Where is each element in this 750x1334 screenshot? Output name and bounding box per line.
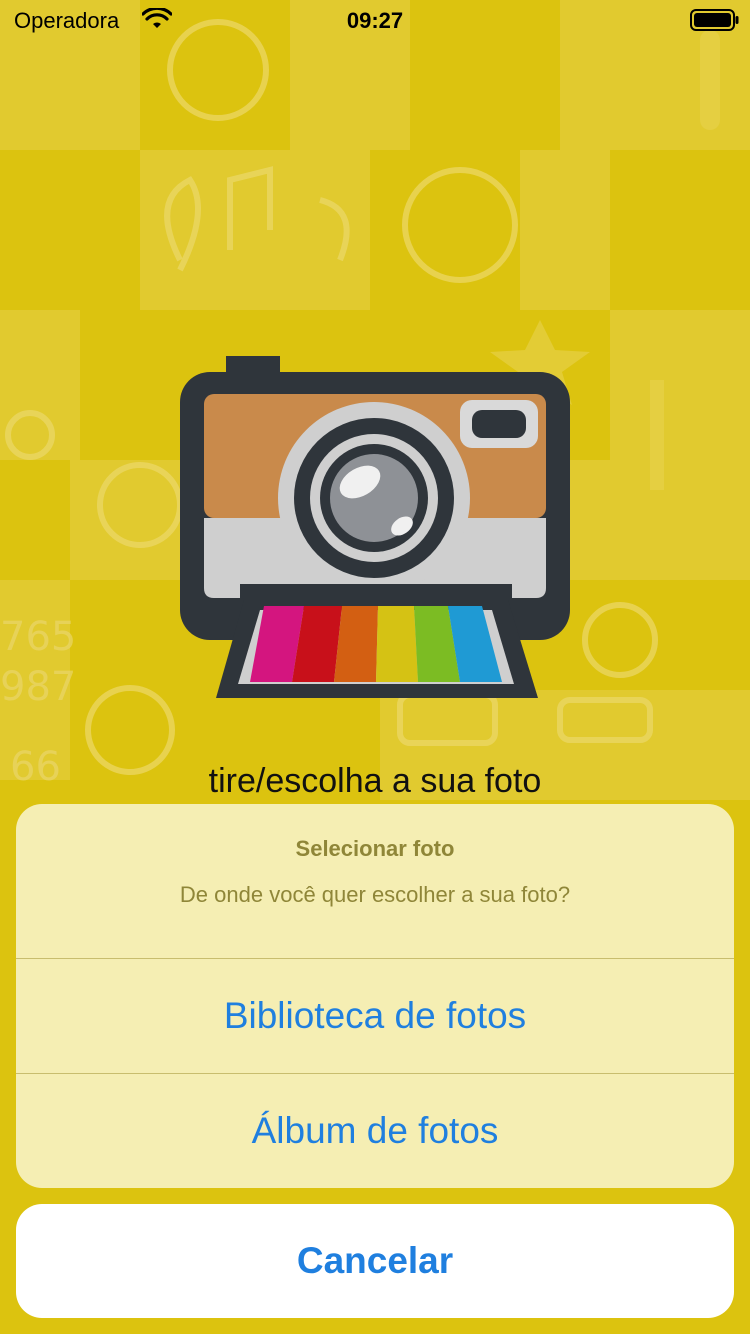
subtitle: tire/escolha a sua foto [208, 762, 542, 800]
svg-text:987: 987 [0, 664, 76, 710]
photo-library-button[interactable]: Biblioteca de fotos [16, 959, 734, 1074]
action-sheet-message: De onde você quer escolher a sua foto? [179, 882, 571, 907]
camera-illustration [180, 356, 570, 698]
photo-album-button[interactable]: Álbum de fotos [16, 1074, 734, 1188]
status-bar: Operadora 09:27 [0, 0, 750, 40]
action-sheet: Selecionar foto De onde você quer escolh… [16, 804, 734, 1188]
cancel-button[interactable]: Cancelar [16, 1204, 734, 1318]
action-sheet-header: Selecionar foto De onde você quer escolh… [16, 804, 734, 959]
battery-icon [690, 9, 739, 31]
clock: 09:27 [346, 8, 404, 33]
action-sheet-title: Selecionar foto [295, 836, 455, 861]
svg-text:765: 765 [0, 614, 76, 660]
